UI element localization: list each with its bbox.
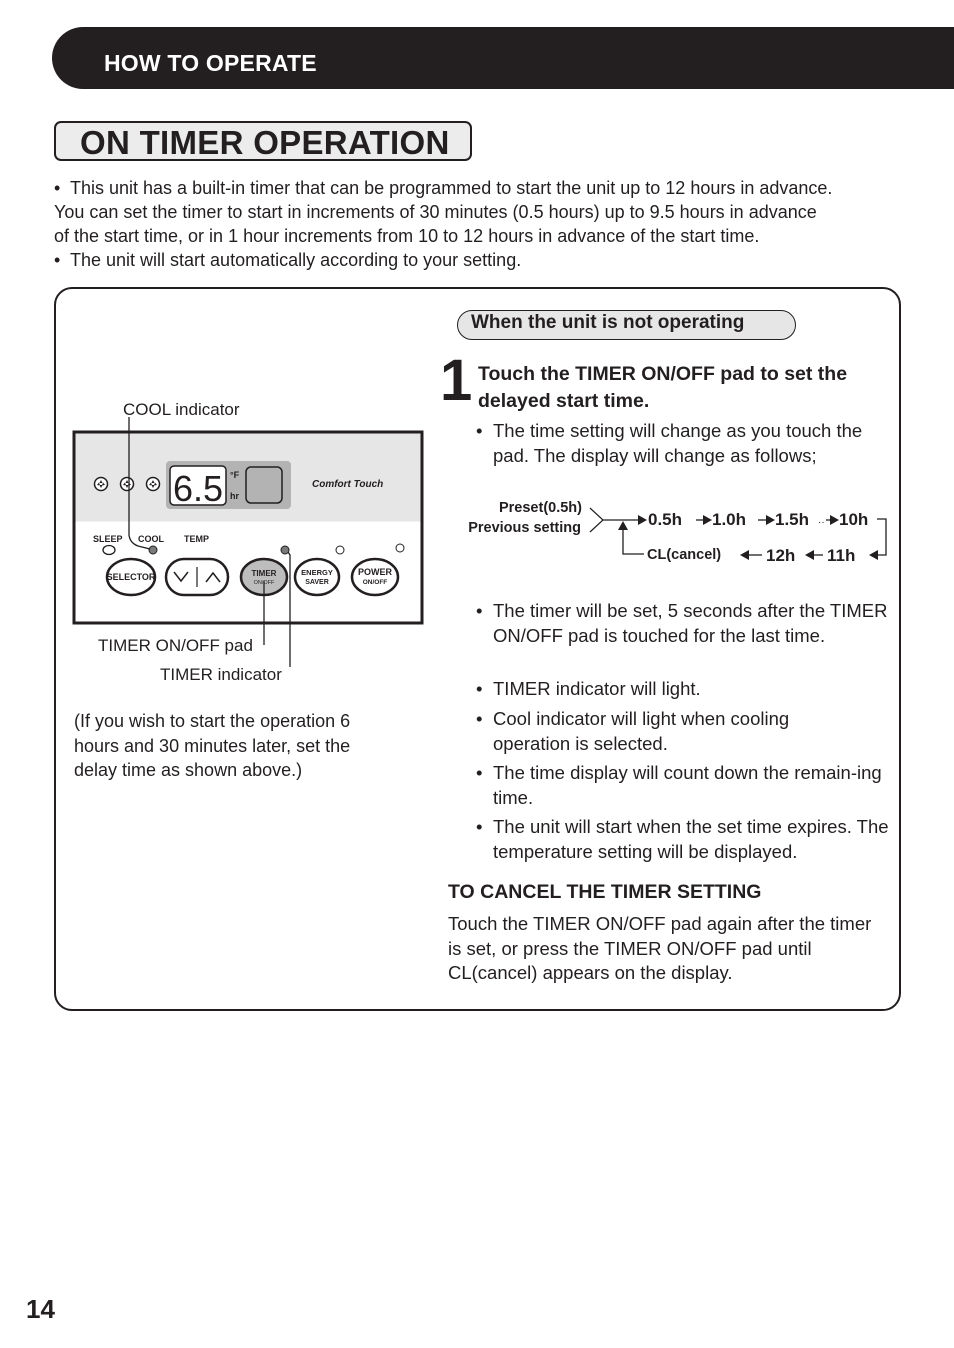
cancel-text: Touch the TIMER ON/OFF pad again after t… xyxy=(448,913,872,983)
bullet-dot: • xyxy=(476,678,483,699)
arrow-left-icon xyxy=(805,550,814,560)
start-label-previous: Previous setting xyxy=(468,520,581,536)
bullet-dot: • xyxy=(54,250,61,270)
intro-line: of the start time, or in 1 hour incremen… xyxy=(54,226,760,246)
step-bullet: • Cool indicator will light when cooling… xyxy=(476,707,896,756)
svg-text:··: ·· xyxy=(818,517,825,528)
step-number: 1 xyxy=(440,348,473,413)
fan-icon xyxy=(119,476,135,492)
section-header-title: HOW TO OPERATE xyxy=(104,50,317,76)
svg-text:POWER: POWER xyxy=(358,567,393,577)
label-temp: TEMP xyxy=(184,534,209,544)
svg-text:ON/OFF: ON/OFF xyxy=(363,579,388,586)
arrow-right-icon xyxy=(830,515,839,525)
flow-step: 1.0h xyxy=(712,510,746,529)
arrow-right-icon xyxy=(638,515,647,525)
step-title: Touch the TIMER ON/OFF pad to set the de… xyxy=(478,363,848,412)
arrow-up-icon xyxy=(618,521,628,530)
bullet-dot: • xyxy=(54,178,61,198)
flow-step: 10h xyxy=(839,510,868,529)
arrow-left-icon xyxy=(740,550,749,560)
arrow-right-icon xyxy=(703,515,712,525)
intro-line: This unit has a built-in timer that can … xyxy=(70,178,833,198)
example-note: (If you wish to start the operation 6 ho… xyxy=(74,711,351,780)
sleep-indicator-light xyxy=(102,544,116,556)
bullet-text: The unit will start when the set time ex… xyxy=(493,816,889,862)
flow-step: 11h xyxy=(827,546,855,565)
intro-line: The unit will start automatically accord… xyxy=(70,250,522,270)
start-label-preset: Preset(0.5h) xyxy=(499,500,582,516)
lcd-value: 6.5 xyxy=(173,468,223,509)
flow-step: 12h xyxy=(766,546,795,565)
step-bullet: • The time setting will change as you to… xyxy=(476,419,896,468)
arrow-left-icon xyxy=(869,550,878,560)
lcd-unit-f: °F xyxy=(230,470,240,480)
timer-sequence-diagram: Preset(0.5h) Previous setting 0.5h 1.0h … xyxy=(468,500,887,565)
power-on-off-button: POWER ON/OFF xyxy=(350,557,400,597)
bullet-text: The time display will count down the rem… xyxy=(493,762,882,808)
svg-text:SAVER: SAVER xyxy=(305,579,329,586)
step-bullet: • The timer will be set, 5 seconds after… xyxy=(476,599,896,648)
lcd-unit-hr: hr xyxy=(230,491,239,501)
label-sleep: SLEEP xyxy=(93,534,123,544)
fan-icon xyxy=(145,476,161,492)
energy-saver-button: ENERGY SAVER xyxy=(293,557,341,597)
cool-indicator-callout: COOL indicator xyxy=(123,400,240,419)
page-title: ON TIMER OPERATION xyxy=(80,124,450,161)
selector-button: SELECTOR xyxy=(105,557,157,597)
flow-step-cancel: CL(cancel) xyxy=(647,547,721,563)
bullet-text: The timer will be set, 5 seconds after t… xyxy=(493,600,888,646)
label-cool: COOL xyxy=(138,534,165,544)
svg-text:ENERGY: ENERGY xyxy=(301,568,333,577)
energy-indicator-light xyxy=(335,545,345,555)
timer-pad-callout: TIMER ON/OFF pad xyxy=(98,636,253,655)
intro-line: You can set the timer to start in increm… xyxy=(54,202,817,222)
flow-step: 0.5h xyxy=(648,510,682,529)
intro-bullet-2: • The unit will start automatically accor… xyxy=(54,248,924,272)
condition-label: When the unit is not operating xyxy=(471,312,745,333)
power-indicator-light xyxy=(395,543,405,553)
bullet-text: TIMER indicator will light. xyxy=(493,678,701,699)
flow-step: 1.5h xyxy=(775,510,809,529)
brand-logo: Comfort Touch xyxy=(312,479,383,490)
arrow-right-icon xyxy=(766,515,775,525)
page-number: 14 xyxy=(26,1294,55,1324)
step-bullet: • The time display will count down the r… xyxy=(476,761,896,810)
bullet-dot: • xyxy=(476,420,483,441)
temp-up-down-button xyxy=(164,557,230,597)
cool-indicator-light xyxy=(148,545,158,555)
bullet-dot: • xyxy=(476,762,483,783)
cancel-heading: TO CANCEL THE TIMER SETTING xyxy=(448,881,762,903)
bullet-dot: • xyxy=(476,600,483,621)
bullet-text: The time setting will change as you touc… xyxy=(493,420,863,466)
step-bullet: • The unit will start when the set time … xyxy=(476,815,896,864)
intro-bullet-1: • This unit has a built-in timer that can… xyxy=(54,176,924,200)
timer-indicator-callout: TIMER indicator xyxy=(160,665,282,684)
svg-text:SELECTOR: SELECTOR xyxy=(107,572,156,582)
step-bullet: • TIMER indicator will light. xyxy=(476,677,896,702)
lcd-indicator-square xyxy=(245,466,283,504)
fan-icon xyxy=(93,476,109,492)
bullet-dot: • xyxy=(476,708,483,729)
bullet-text: Cool indicator will light when cooling o… xyxy=(493,708,790,754)
svg-text:TIMER: TIMER xyxy=(252,569,277,578)
bullet-dot: • xyxy=(476,816,483,837)
